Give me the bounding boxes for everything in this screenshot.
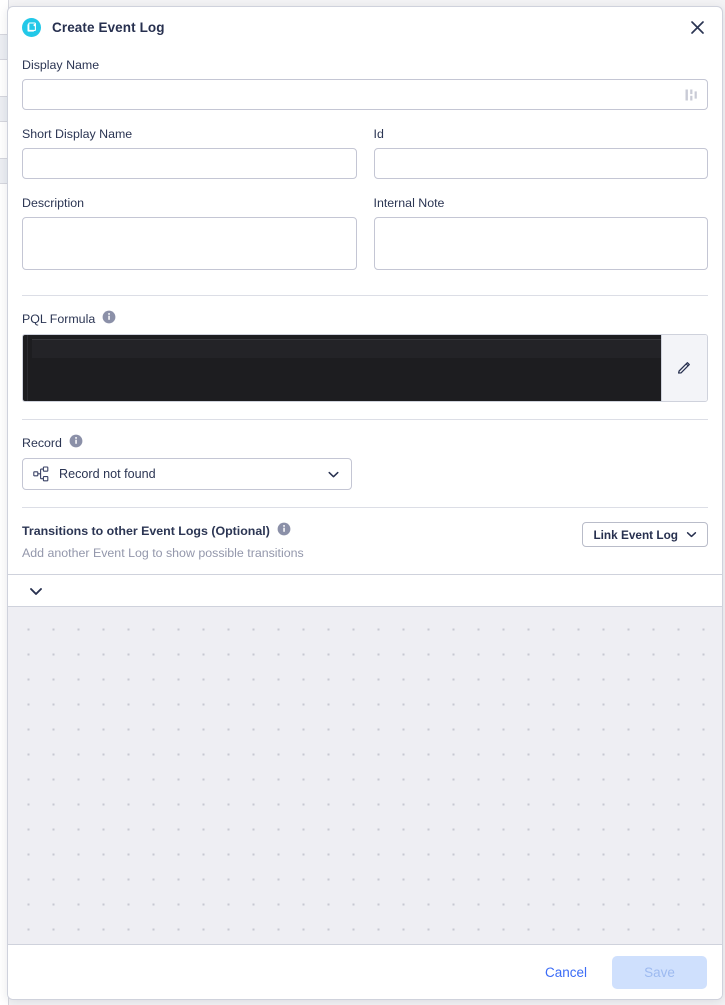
event-log-form: Display Name Short Display Name Id Descr… (8, 48, 722, 574)
transitions-title: Transitions to other Event Logs (Optiona… (22, 522, 304, 539)
pql-formula-label-text: PQL Formula (22, 311, 96, 326)
dialog-title: Create Event Log (52, 20, 165, 35)
link-event-log-label: Link Event Log (593, 527, 678, 542)
transitions-subtitle: Add another Event Log to show possible t… (22, 546, 304, 560)
canvas-toggle-bar (8, 574, 722, 607)
event-log-icon (22, 18, 41, 37)
display-name-label: Display Name (22, 58, 100, 72)
short-display-name-label: Short Display Name (22, 127, 133, 141)
pql-formula-label: PQL Formula (22, 310, 708, 327)
divider (22, 419, 708, 420)
translations-icon[interactable] (683, 87, 699, 103)
record-label: Record (22, 434, 708, 451)
chevron-down-icon[interactable] (327, 468, 341, 481)
divider (22, 295, 708, 296)
description-input[interactable] (22, 217, 357, 270)
internal-note-input[interactable] (373, 217, 708, 270)
description-label: Description (22, 196, 84, 210)
cancel-button[interactable]: Cancel (533, 957, 599, 988)
dialog-header: Create Event Log (8, 7, 722, 48)
divider (22, 507, 708, 508)
dialog-body: Display Name Short Display Name Id Descr… (8, 48, 722, 944)
dialog-footer: Cancel Save (8, 944, 722, 999)
transitions-section: Transitions to other Event Logs (Optiona… (22, 522, 708, 560)
display-name-input[interactable] (22, 79, 708, 110)
transitions-canvas[interactable] (8, 607, 722, 944)
create-event-log-dialog: Create Event Log Display Name Short Disp… (7, 6, 723, 1000)
info-icon[interactable] (277, 522, 291, 539)
info-icon[interactable] (69, 434, 83, 451)
short-display-name-input[interactable] (22, 148, 357, 179)
record-label-text: Record (22, 435, 62, 450)
field-pql-formula: PQL Formula (22, 310, 708, 402)
field-description: Description (22, 196, 357, 275)
info-icon[interactable] (102, 310, 116, 327)
save-button[interactable]: Save (612, 955, 707, 989)
transitions-title-text: Transitions to other Event Logs (Optiona… (22, 523, 270, 538)
field-id: Id (373, 127, 708, 179)
record-select[interactable]: Record not found (22, 458, 352, 490)
link-event-log-button[interactable]: Link Event Log (582, 522, 708, 547)
field-record: Record Record not found (22, 434, 708, 490)
pql-formula-editor[interactable] (22, 334, 708, 402)
field-internal-note: Internal Note (373, 196, 708, 275)
internal-note-label: Internal Note (373, 196, 445, 210)
id-label: Id (373, 127, 384, 141)
id-input[interactable] (373, 148, 708, 179)
pql-formula-code-area[interactable] (28, 335, 661, 401)
chevron-down-icon[interactable] (28, 583, 44, 599)
field-display-name: Display Name (22, 58, 708, 110)
editor-active-line (32, 339, 661, 358)
field-short-display-name: Short Display Name (22, 127, 357, 179)
close-icon[interactable] (684, 15, 710, 41)
record-selected-value: Record not found (59, 467, 156, 481)
chevron-down-icon (686, 529, 697, 540)
hierarchy-icon (33, 466, 50, 483)
pencil-icon[interactable] (661, 335, 707, 401)
